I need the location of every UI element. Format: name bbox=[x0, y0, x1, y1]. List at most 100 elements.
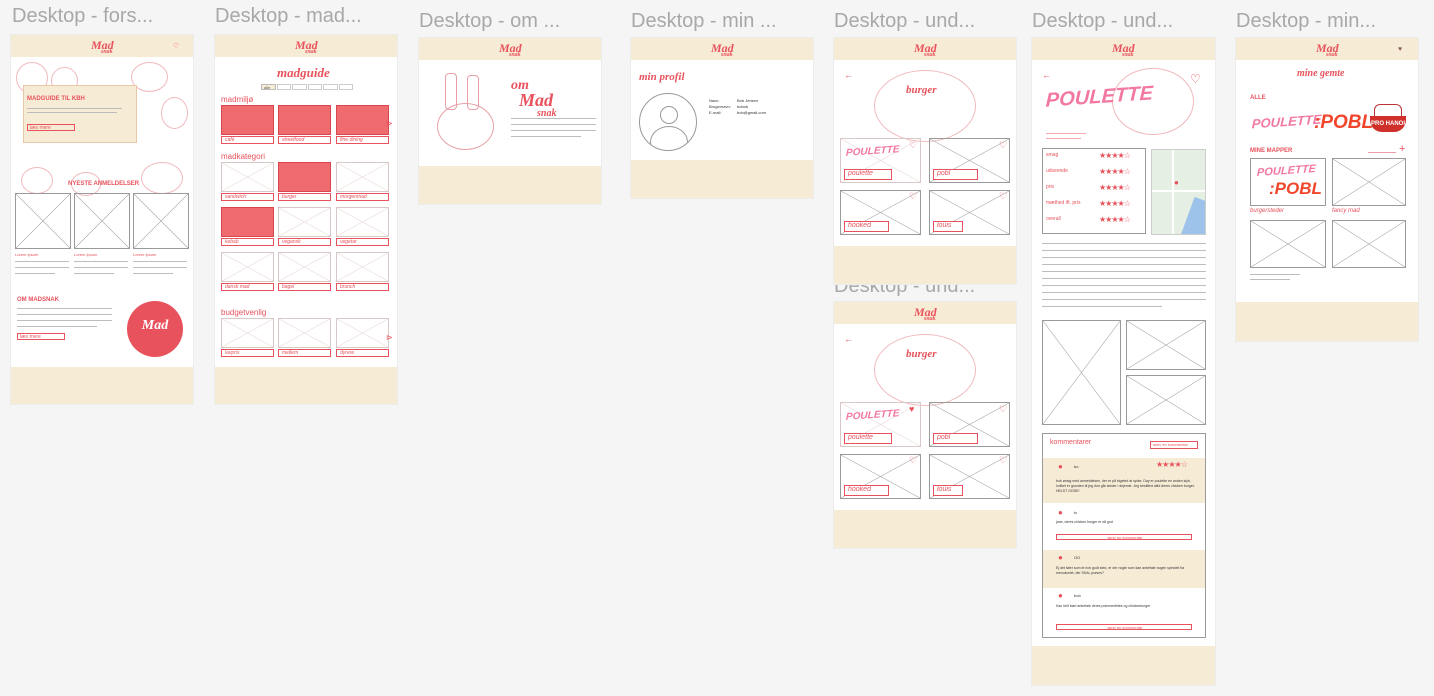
frame-title-forside[interactable]: Desktop - fors... bbox=[12, 5, 153, 28]
folder-label[interactable]: fancy mad bbox=[1332, 208, 1360, 214]
logo[interactable]: Mad snak bbox=[499, 41, 522, 58]
reply-button[interactable]: skriv en kommentar bbox=[1056, 624, 1192, 630]
add-folder-icon[interactable]: + bbox=[1399, 144, 1405, 155]
saved-pobl-logo[interactable]: :POBL bbox=[1314, 112, 1373, 134]
restaurant-card-label[interactable]: pobl bbox=[933, 169, 978, 180]
filter[interactable] bbox=[323, 84, 338, 90]
tile-label[interactable]: bagel bbox=[278, 283, 331, 291]
category-tile[interactable] bbox=[278, 252, 331, 282]
folder-tile[interactable] bbox=[1332, 220, 1406, 268]
category-tile[interactable] bbox=[278, 162, 331, 192]
tile-label-fine-dining[interactable]: fine dining bbox=[336, 136, 389, 144]
heart-icon[interactable]: ♡ bbox=[909, 456, 917, 465]
next-arrow-icon[interactable]: ⊳ bbox=[386, 333, 393, 342]
logo[interactable]: Mad snak bbox=[711, 41, 734, 58]
frame-title-mine-gemte[interactable]: Desktop - min... bbox=[1236, 10, 1376, 33]
category-tile[interactable] bbox=[336, 162, 389, 192]
rating-stars[interactable]: ★★★★☆ bbox=[1099, 167, 1131, 176]
heart-icon[interactable]: ♡ bbox=[999, 141, 1007, 150]
tile-label[interactable]: brunch bbox=[336, 283, 389, 291]
logo[interactable]: Mad snak bbox=[914, 305, 937, 322]
heart-icon[interactable]: ♡ bbox=[909, 141, 917, 150]
logo[interactable]: Mad snak bbox=[1112, 41, 1135, 58]
rating-stars[interactable]: ★★★★☆ bbox=[1099, 151, 1131, 160]
rating-stars[interactable]: ★★★★☆ bbox=[1099, 183, 1131, 192]
tile-label[interactable]: kebab bbox=[221, 238, 274, 246]
next-arrow-icon[interactable]: ⊳ bbox=[386, 119, 393, 128]
category-tile[interactable] bbox=[278, 207, 331, 237]
folder-tile[interactable] bbox=[1332, 158, 1406, 206]
folder-tile[interactable] bbox=[1250, 220, 1326, 268]
category-tile[interactable] bbox=[221, 252, 274, 282]
tile-label[interactable]: mellem bbox=[278, 349, 331, 357]
back-arrow-icon[interactable]: ← bbox=[844, 335, 853, 344]
restaurant-card-label[interactable]: louis bbox=[933, 485, 963, 496]
budget-tile[interactable] bbox=[278, 318, 331, 348]
logo[interactable]: Mad snak bbox=[295, 38, 318, 55]
restaurant-card-label[interactable]: hooked bbox=[844, 485, 889, 496]
tile-label[interactable]: sandwich bbox=[221, 193, 274, 201]
restaurant-card-label[interactable]: louis bbox=[933, 221, 963, 232]
budget-tile[interactable] bbox=[221, 318, 274, 348]
folder-label[interactable]: burgersteder bbox=[1250, 208, 1284, 214]
filter[interactable] bbox=[276, 84, 291, 90]
reply-button[interactable]: skriv en kommentar bbox=[1056, 534, 1192, 540]
filter[interactable] bbox=[338, 84, 353, 90]
folder-tile[interactable]: POULETTE :POBL bbox=[1250, 158, 1326, 206]
restaurant-card-label[interactable]: poulette bbox=[844, 433, 892, 444]
logo[interactable]: Mad snak bbox=[914, 41, 937, 58]
gallery-image[interactable] bbox=[1126, 375, 1206, 425]
category-tile[interactable] bbox=[221, 207, 274, 237]
frame-title-min-profil[interactable]: Desktop - min ... bbox=[631, 10, 777, 33]
category-tile[interactable] bbox=[336, 105, 389, 135]
rating-stars[interactable]: ★★★★☆ bbox=[1099, 215, 1131, 224]
rating-stars[interactable]: ★★★★☆ bbox=[1099, 199, 1131, 208]
heart-icon[interactable]: ♡ bbox=[909, 192, 917, 201]
heart-filled-icon[interactable]: ♥ bbox=[909, 405, 914, 414]
review-card-title-1[interactable]: Lorem Ipsum bbox=[15, 252, 38, 257]
tile-label[interactable]: dyrere bbox=[336, 349, 389, 357]
tile-label[interactable]: lavpris bbox=[221, 349, 274, 357]
gallery-image[interactable] bbox=[1126, 320, 1206, 370]
heart-icon[interactable]: ♡ bbox=[1190, 73, 1201, 85]
tile-label[interactable]: vegetar bbox=[336, 238, 389, 246]
hero-button[interactable]: læs mere bbox=[27, 124, 75, 131]
review-card-title-3[interactable]: Lorem Ipsum bbox=[133, 252, 156, 257]
restaurant-card-label[interactable]: poulette bbox=[844, 169, 892, 180]
heart-filled-icon[interactable]: ♥ bbox=[1398, 45, 1402, 54]
tile-label-streetfood[interactable]: streetfood bbox=[278, 136, 331, 144]
category-tile[interactable] bbox=[221, 162, 274, 192]
heart-icon[interactable]: ♡ bbox=[999, 456, 1007, 465]
tile-label[interactable]: morgenmad bbox=[336, 193, 389, 201]
tile-label[interactable]: vegansk bbox=[278, 238, 331, 246]
filter[interactable] bbox=[307, 84, 322, 90]
frame-title-om[interactable]: Desktop - om ... bbox=[419, 10, 560, 33]
tile-label[interactable]: burger bbox=[278, 193, 331, 201]
heart-icon[interactable]: ♡ bbox=[173, 42, 179, 51]
saved-prohanoi-logo[interactable]: PRO HANOI bbox=[1370, 104, 1406, 134]
avatar[interactable] bbox=[639, 93, 697, 151]
back-arrow-icon[interactable]: ← bbox=[1042, 71, 1051, 80]
category-tile[interactable] bbox=[221, 105, 274, 135]
write-comment-button[interactable]: skriv en kommentar bbox=[1150, 441, 1198, 449]
gallery-image-large[interactable] bbox=[1042, 320, 1121, 425]
heart-icon[interactable]: ♡ bbox=[999, 405, 1007, 414]
review-card-title-2[interactable]: Lorem Ipsum bbox=[74, 252, 97, 257]
logo[interactable]: Mad snak bbox=[1316, 41, 1339, 58]
restaurant-card-label[interactable]: hooked bbox=[844, 221, 889, 232]
about-button[interactable]: læs mere bbox=[17, 333, 65, 340]
category-tile[interactable] bbox=[336, 252, 389, 282]
map[interactable]: ● bbox=[1151, 149, 1206, 235]
saved-poulette-logo[interactable]: POULETTE bbox=[1252, 112, 1322, 132]
budget-tile[interactable] bbox=[336, 318, 389, 348]
tile-label-cafe[interactable]: café bbox=[221, 136, 274, 144]
logo[interactable]: Mad snak bbox=[91, 38, 114, 55]
category-tile[interactable] bbox=[278, 105, 331, 135]
back-arrow-icon[interactable]: ← bbox=[844, 71, 853, 80]
frame-title-underside-1[interactable]: Desktop - und... bbox=[834, 10, 975, 33]
restaurant-card-label[interactable]: pobl bbox=[933, 433, 978, 444]
frame-title-madguide[interactable]: Desktop - mad... bbox=[215, 5, 362, 28]
filter[interactable] bbox=[292, 84, 307, 90]
frame-title-underside-2[interactable]: Desktop - und... bbox=[1032, 10, 1173, 33]
filter-all[interactable]: alle bbox=[261, 84, 276, 90]
